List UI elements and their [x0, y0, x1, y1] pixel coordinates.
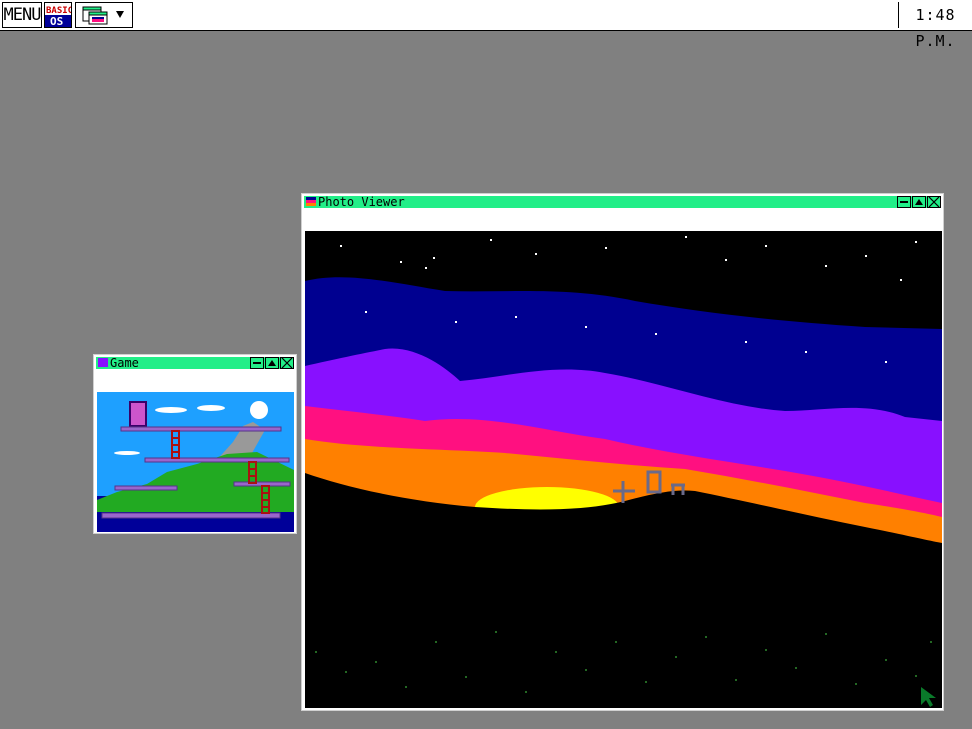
game-titlebar[interactable]: Game	[96, 357, 294, 369]
photo-viewer-window-title: Photo Viewer	[318, 195, 405, 209]
game-app-icon	[98, 358, 108, 367]
photo-app-icon	[306, 197, 316, 206]
clock: 1:48 P.M.	[898, 2, 972, 50]
task-list-button[interactable]	[75, 2, 133, 28]
game-window[interactable]: Game	[94, 355, 296, 533]
maximize-icon	[268, 360, 276, 366]
maximize-icon	[915, 199, 923, 205]
minimize-icon	[253, 362, 261, 364]
taskbar: MENU BASIC OS 1:48 P.M.	[0, 0, 972, 50]
os-logo[interactable]: BASIC OS	[44, 2, 72, 28]
close-icon	[928, 197, 940, 207]
maximize-button[interactable]	[265, 357, 279, 369]
maximize-button[interactable]	[912, 196, 926, 208]
task-list-icon	[82, 6, 108, 25]
minimize-button[interactable]	[250, 357, 264, 369]
os-logo-text-bottom: OS	[50, 15, 63, 27]
close-button[interactable]	[927, 196, 941, 208]
photo-viewer-window[interactable]: Photo Viewer	[302, 194, 943, 710]
dropdown-arrow-icon	[116, 11, 124, 18]
minimize-button[interactable]	[897, 196, 911, 208]
minimize-icon	[900, 201, 908, 203]
close-icon	[281, 358, 293, 368]
close-button[interactable]	[280, 357, 294, 369]
menu-button[interactable]: MENU	[2, 2, 42, 28]
game-canvas[interactable]	[97, 392, 294, 532]
photo-canvas	[305, 231, 942, 708]
photo-viewer-titlebar[interactable]: Photo Viewer	[304, 196, 941, 208]
game-window-title: Game	[110, 356, 139, 370]
